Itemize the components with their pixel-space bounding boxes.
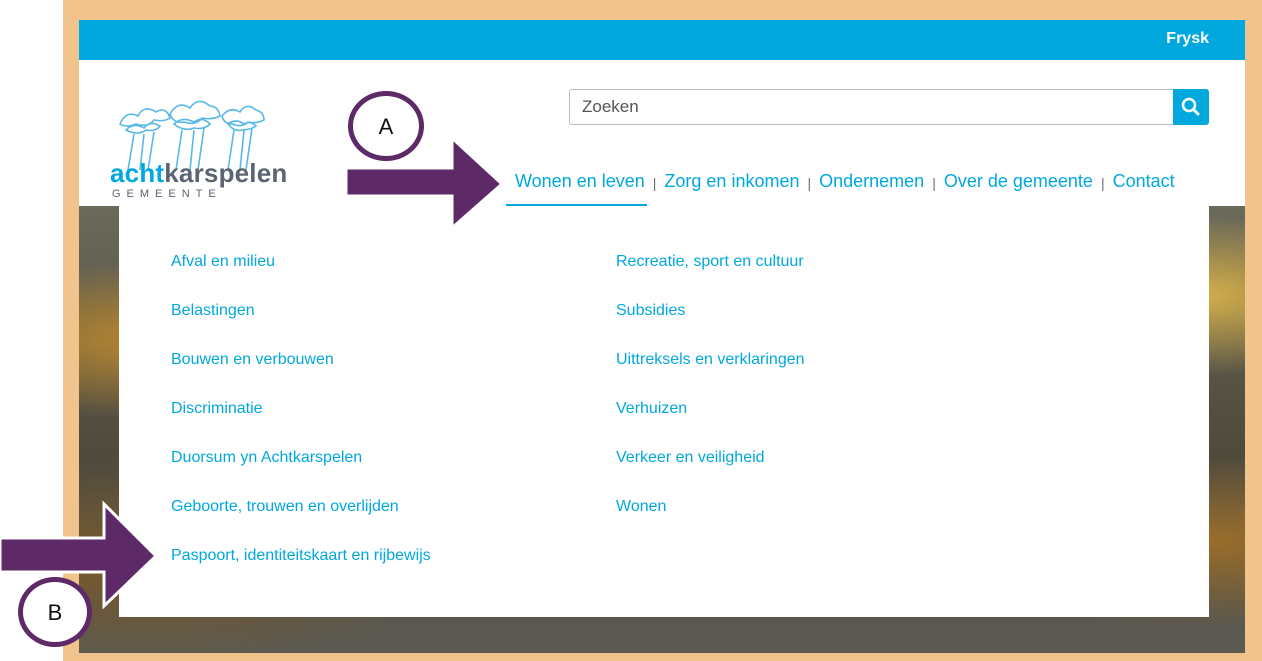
menu-link-geboorte-trouwen-overlijden[interactable]: Geboorte, trouwen en overlijden — [171, 495, 431, 544]
nav-separator: | — [1100, 175, 1105, 191]
menu-link-discriminatie[interactable]: Discriminatie — [171, 397, 431, 446]
menu-link-bouwen-en-verbouwen[interactable]: Bouwen en verbouwen — [171, 348, 431, 397]
mega-menu-dropdown: Afval en milieu Belastingen Bouwen en ve… — [119, 206, 1209, 617]
search-button[interactable] — [1173, 89, 1209, 125]
menu-link-paspoort-identiteitskaart-rijbewijs[interactable]: Paspoort, identiteitskaart en rijbewijs — [171, 544, 431, 593]
logo-wordmark[interactable]: achtkarspelen — [110, 158, 287, 189]
annotation-marker-b: B — [18, 577, 92, 647]
language-link-frysk[interactable]: Frysk — [1166, 30, 1209, 48]
logo-name-suffix: karspelen — [164, 158, 288, 188]
menu-link-subsidies[interactable]: Subsidies — [616, 299, 805, 348]
menu-link-afval-en-milieu[interactable]: Afval en milieu — [171, 250, 431, 299]
menu-link-uittreksels-verklaringen[interactable]: Uittreksels en verklaringen — [616, 348, 805, 397]
menu-column-1: Afval en milieu Belastingen Bouwen en ve… — [171, 250, 431, 593]
logo-subtitle: GEMEENTE — [112, 188, 222, 200]
nav-item-over-de-gemeente[interactable]: Over de gemeente — [944, 171, 1093, 196]
nav-item-ondernemen[interactable]: Ondernemen — [819, 171, 924, 196]
logo-name-prefix: acht — [110, 158, 165, 188]
menu-column-2: Recreatie, sport en cultuur Subsidies Ui… — [616, 250, 805, 544]
search-icon — [1181, 97, 1200, 116]
nav-item-contact[interactable]: Contact — [1113, 171, 1175, 196]
annotation-marker-a: A — [348, 91, 424, 161]
nav-separator: | — [807, 175, 812, 191]
nav-separator: | — [932, 175, 936, 191]
annotation-marker-a-label: A — [378, 114, 394, 139]
menu-link-verhuizen[interactable]: Verhuizen — [616, 397, 805, 446]
menu-link-belastingen[interactable]: Belastingen — [171, 299, 431, 348]
website: Frysk achtkarspelen GEMEENTE Zoeken Wone… — [79, 20, 1245, 653]
nav-separator: | — [652, 175, 657, 191]
menu-link-wonen[interactable]: Wonen — [616, 495, 805, 544]
menu-link-verkeer-veiligheid[interactable]: Verkeer en veiligheid — [616, 446, 805, 495]
top-bar: Frysk — [79, 20, 1245, 60]
menu-link-recreatie-sport-cultuur[interactable]: Recreatie, sport en cultuur — [616, 250, 805, 299]
search-bar — [569, 89, 1209, 125]
header: achtkarspelen GEMEENTE Wonen en leven | … — [79, 60, 1245, 208]
nav-item-wonen-en-leven[interactable]: Wonen en leven — [506, 171, 647, 208]
search-input[interactable] — [569, 89, 1173, 125]
annotation-marker-b-label: B — [47, 600, 63, 625]
menu-link-duorsum[interactable]: Duorsum yn Achtkarspelen — [171, 446, 431, 495]
nav-item-zorg-en-inkomen[interactable]: Zorg en inkomen — [664, 171, 799, 196]
main-navigation: Wonen en leven | Zorg en inkomen | Onder… — [506, 168, 1175, 208]
